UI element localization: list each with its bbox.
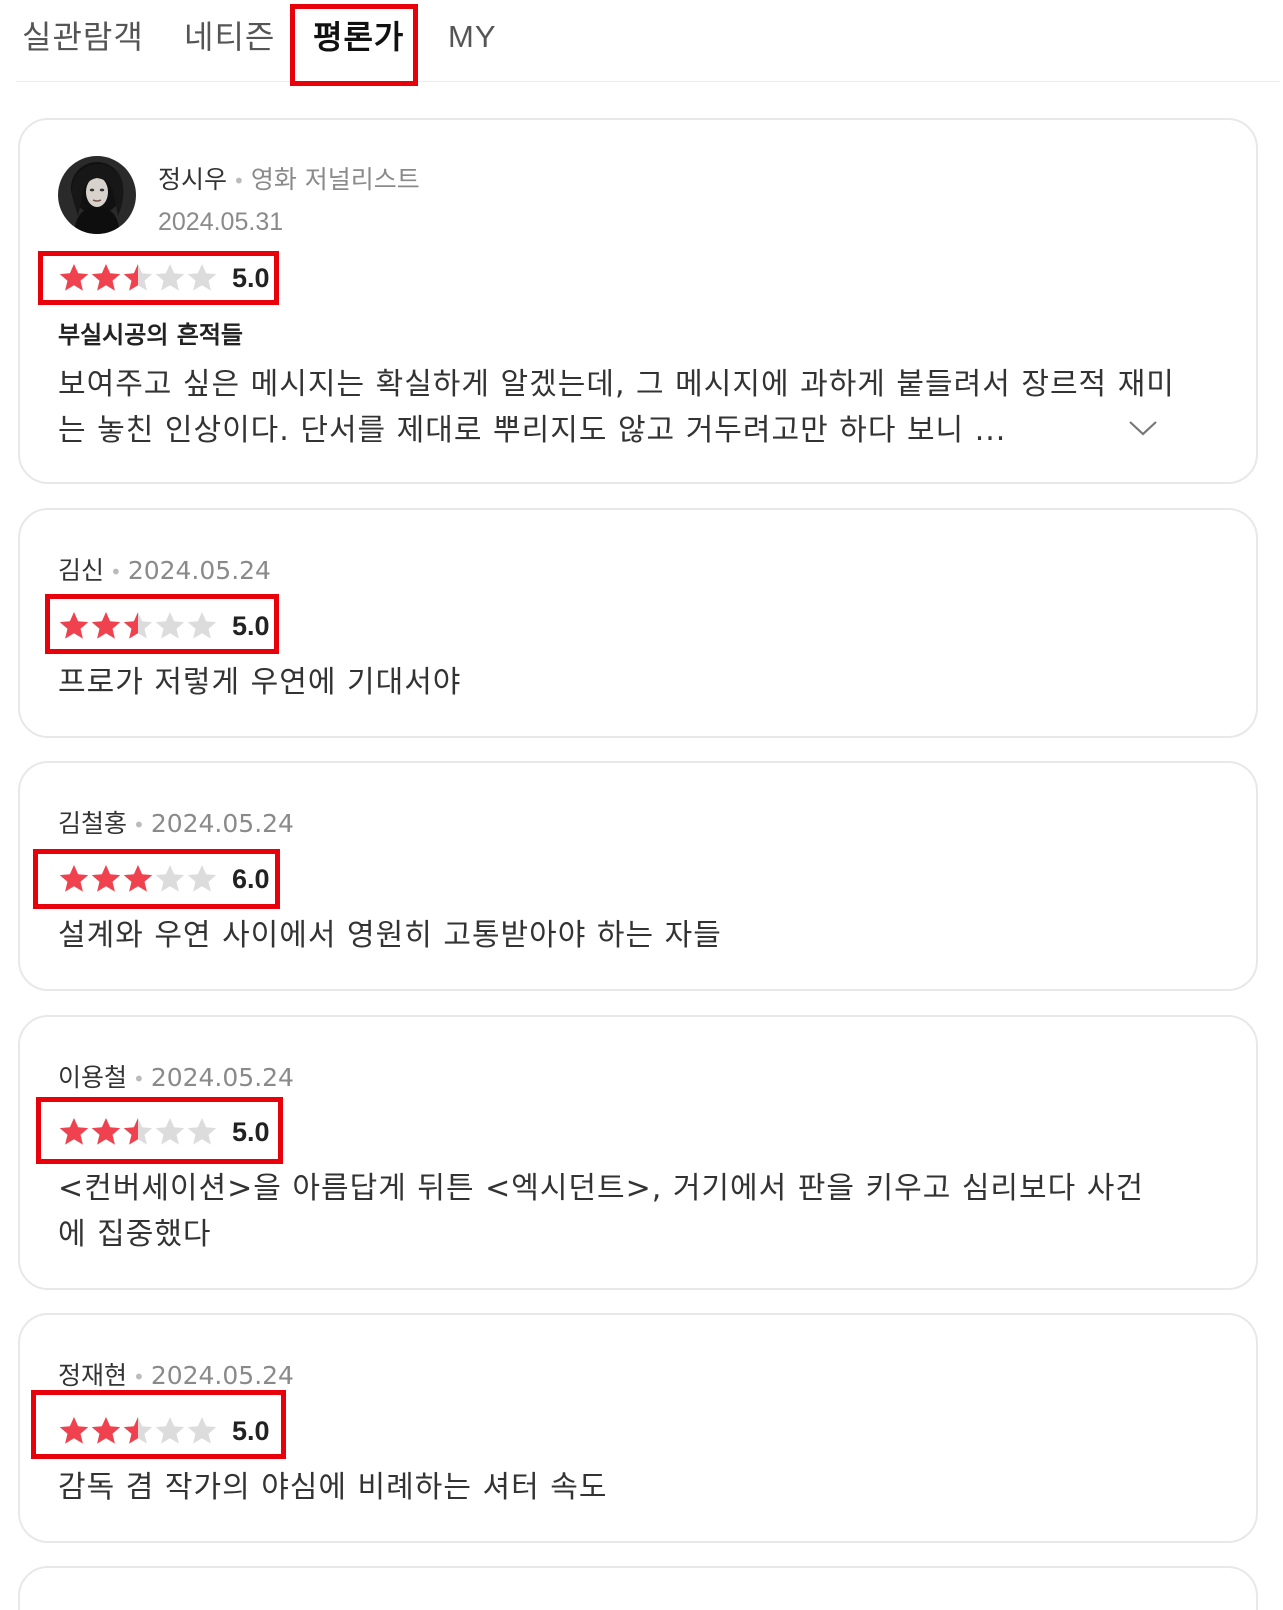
star-icon xyxy=(59,264,89,291)
star-icon xyxy=(123,1118,153,1145)
rating-score: 5.0 xyxy=(232,1117,270,1147)
star-icon xyxy=(187,1417,217,1444)
review-text: 설계와 우연 사이에서 영원히 고통받아야 하는 자들 xyxy=(58,918,722,953)
stars xyxy=(58,1415,218,1447)
tab-my[interactable]: MY xyxy=(448,14,497,60)
star-icon xyxy=(59,612,89,639)
star-icon xyxy=(91,1417,121,1444)
avatar xyxy=(58,156,136,234)
review-title: 부실시공의 흔적들 xyxy=(58,321,243,349)
author-name[interactable]: 정재현 xyxy=(58,1361,127,1390)
star-icon xyxy=(123,865,153,892)
separator-dot: • xyxy=(133,1365,145,1389)
star-icon xyxy=(59,1417,89,1444)
tab-critic[interactable]: 평론가 xyxy=(313,14,404,60)
review-meta: 정시우 • 영화 저널리스트 xyxy=(158,163,420,198)
review-meta: 이용철 • 2024.05.24 xyxy=(58,1061,294,1096)
star-icon xyxy=(155,1417,185,1444)
review-date: 2024.05.24 xyxy=(150,1063,294,1092)
author-role: 영화 저널리스트 xyxy=(250,165,420,194)
rating-score: 6.0 xyxy=(232,864,270,894)
review-card: 김신 • 2024.05.24 5.0 프로가 저렇게 우연에 기대서야 xyxy=(18,508,1258,738)
review-text: <컨버세이션>을 아름답게 뒤튼 <엑시던트>, 거기에서 판을 키우고 심리보… xyxy=(58,1171,1144,1252)
review-tabs: 실관람객 네티즌 평론가 MY xyxy=(16,0,1280,82)
review-card: 정시우 • 영화 저널리스트 2024.05.31 5.0 부실시공의 흔적들 보여… xyxy=(18,118,1258,484)
separator-dot: • xyxy=(133,813,145,837)
review-card-next xyxy=(18,1566,1258,1610)
star-icon xyxy=(123,612,153,639)
review-date: 2024.05.24 xyxy=(150,809,294,838)
separator-dot: • xyxy=(133,1067,145,1091)
rating-score: 5.0 xyxy=(232,611,270,641)
star-icon xyxy=(91,264,121,291)
star-icon xyxy=(155,865,185,892)
chevron-down-icon[interactable] xyxy=(1128,418,1158,438)
author-name[interactable]: 김철홍 xyxy=(58,809,127,838)
review-card: 김철홍 • 2024.05.24 6.0 설계와 우연 사이에서 영원히 고통받아야… xyxy=(18,761,1258,991)
review-card: 이용철 • 2024.05.24 5.0 <컨버세이션>을 아름답게 뒤튼 <엑시던… xyxy=(18,1015,1258,1290)
star-icon xyxy=(59,865,89,892)
review-text: 감독 겸 작가의 야심에 비례하는 셔터 속도 xyxy=(58,1470,608,1505)
star-icon xyxy=(187,612,217,639)
star-icon xyxy=(187,1118,217,1145)
author-name[interactable]: 김신 xyxy=(58,556,104,585)
star-icon xyxy=(91,865,121,892)
separator-dot: • xyxy=(233,169,245,193)
star-icon xyxy=(91,612,121,639)
tab-audience[interactable]: 실관람객 xyxy=(22,14,144,60)
star-icon xyxy=(155,1118,185,1145)
separator-dot: • xyxy=(110,560,122,584)
review-meta: 정재현 • 2024.05.24 xyxy=(58,1359,294,1394)
star-icon xyxy=(91,1118,121,1145)
star-icon xyxy=(187,264,217,291)
star-rating: 6.0 xyxy=(58,863,270,895)
star-icon xyxy=(123,264,153,291)
stars xyxy=(58,262,218,294)
stars xyxy=(58,1116,218,1148)
stars xyxy=(58,863,218,895)
review-text: 보여주고 싶은 메시지는 확실하게 알겠는데, 그 메시지에 과하게 붙들려서 … xyxy=(58,367,1175,448)
star-icon xyxy=(59,1118,89,1145)
author-name[interactable]: 이용철 xyxy=(58,1063,127,1092)
stars xyxy=(58,610,218,642)
star-rating: 5.0 xyxy=(58,610,270,642)
review-meta: 김철홍 • 2024.05.24 xyxy=(58,807,294,842)
review-card: 정재현 • 2024.05.24 5.0 감독 겸 작가의 야심에 비례하는 셔터 … xyxy=(18,1313,1258,1543)
review-date: 2024.05.24 xyxy=(150,1361,294,1390)
review-date: 2024.05.24 xyxy=(127,556,271,585)
star-icon xyxy=(187,865,217,892)
author-name[interactable]: 정시우 xyxy=(158,165,227,194)
rating-score: 5.0 xyxy=(232,1416,270,1446)
review-date: 2024.05.31 xyxy=(158,208,284,236)
star-rating: 5.0 xyxy=(58,1116,270,1148)
rating-score: 5.0 xyxy=(232,263,270,293)
star-rating: 5.0 xyxy=(58,262,270,294)
star-icon xyxy=(155,612,185,639)
tab-netizen[interactable]: 네티즌 xyxy=(184,14,275,60)
review-meta: 김신 • 2024.05.24 xyxy=(58,554,271,589)
star-icon xyxy=(123,1417,153,1444)
star-rating: 5.0 xyxy=(58,1415,270,1447)
review-text: 프로가 저렇게 우연에 기대서야 xyxy=(58,665,462,700)
star-icon xyxy=(155,264,185,291)
